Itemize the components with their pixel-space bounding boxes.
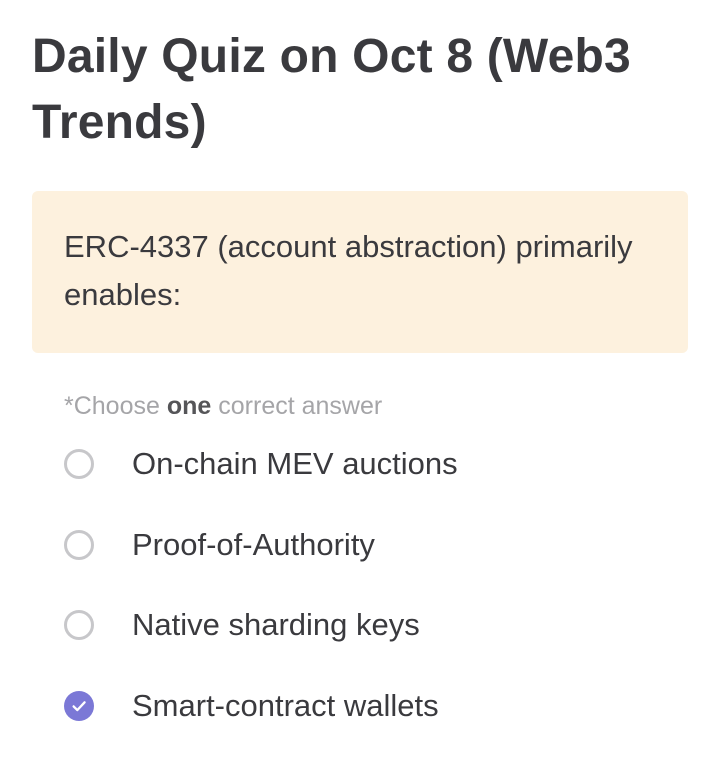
instruction-suffix: correct answer: [211, 392, 383, 420]
answer-option-4[interactable]: Smart-contract wallets: [64, 682, 684, 763]
radio-unselected-icon[interactable]: [64, 449, 94, 479]
answer-option-2[interactable]: Proof-of-Authority: [64, 521, 684, 602]
answer-option-label: On-chain MEV auctions: [132, 446, 458, 481]
answer-option-label: Proof-of-Authority: [132, 526, 375, 562]
radio-selected-icon[interactable]: [64, 691, 94, 722]
answer-option-3[interactable]: Native sharding keys: [64, 601, 684, 682]
radio-unselected-icon[interactable]: [64, 529, 94, 560]
instruction-prefix: *Choose: [64, 392, 167, 420]
answer-options: On-chain MEV auctions Proof-of-Authority…: [64, 440, 684, 763]
answer-instruction: *Choose one correct answer: [64, 390, 382, 422]
answer-option-label: Native sharding keys: [132, 607, 420, 643]
answer-option-label: Smart-contract wallets: [132, 688, 439, 724]
instruction-emphasis: one: [166, 392, 212, 420]
question-card: ERC-4337 (account abstraction) primarily…: [32, 191, 688, 353]
answer-option-1[interactable]: On-chain MEV auctions: [64, 440, 684, 521]
quiz-title: Daily Quiz on Oct 8 (Web3 Trends): [32, 30, 631, 149]
question-text: ERC-4337 (account abstraction) primarily…: [64, 229, 633, 312]
radio-unselected-icon[interactable]: [64, 610, 94, 641]
check-icon: [72, 701, 86, 712]
quiz-page: Daily Quiz on Oct 8 (Web3 Trends) ERC-43…: [0, 0, 720, 773]
